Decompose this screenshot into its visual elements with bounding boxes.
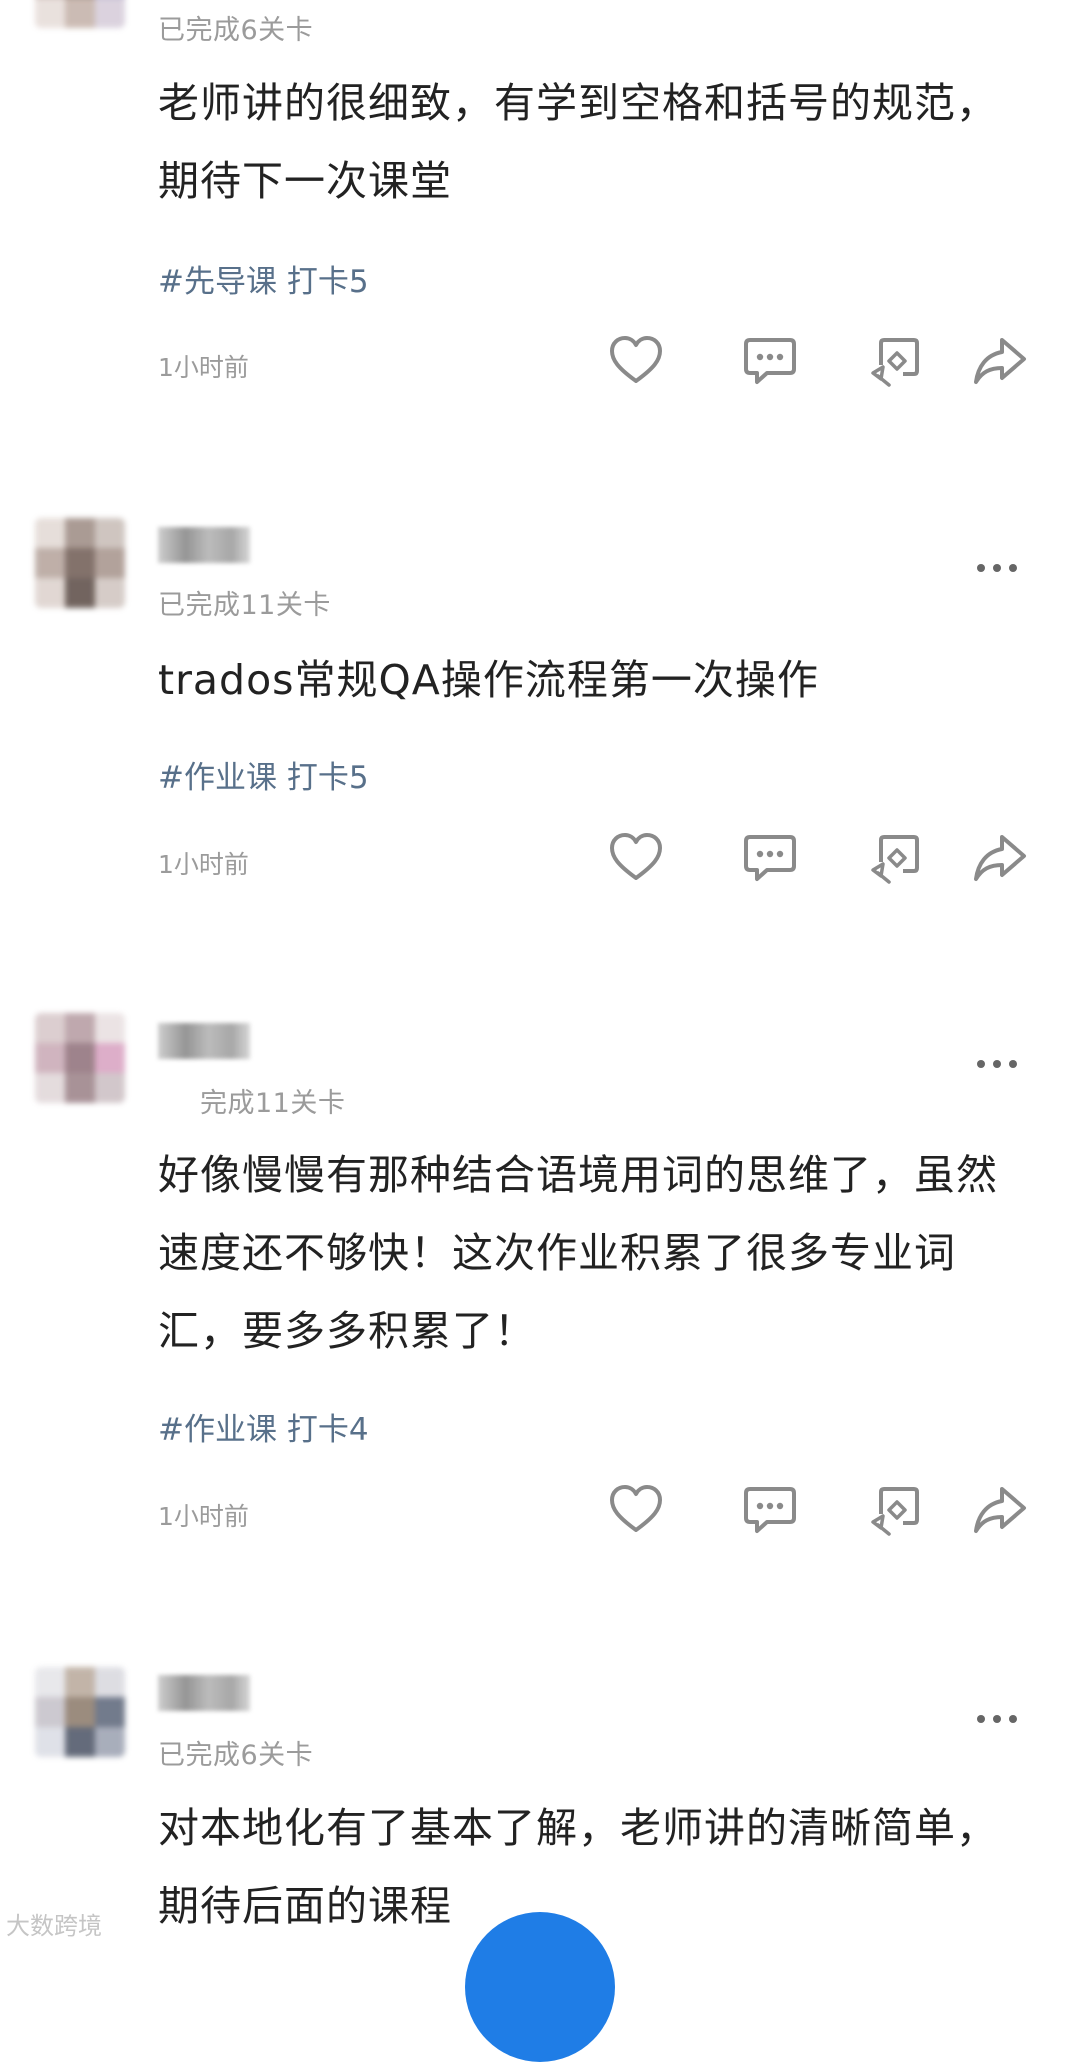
comment-button[interactable] [740, 828, 800, 888]
avatar[interactable] [35, 0, 125, 28]
repost-button[interactable] [867, 1480, 927, 1540]
username-blurred[interactable] [158, 527, 250, 563]
post-tag[interactable]: #先导课 打卡5 [158, 256, 369, 301]
repost-icon [871, 338, 919, 387]
floating-action-button[interactable] [465, 1912, 615, 2062]
share-button[interactable] [970, 1480, 1030, 1540]
post-time: 1小时前 [158, 850, 249, 879]
more-dots-icon [977, 1715, 985, 1723]
heart-icon [610, 833, 662, 880]
avatar[interactable] [35, 518, 125, 608]
level-progress: 已完成6关卡 [158, 15, 314, 46]
comment-bubble-icon [744, 835, 796, 881]
post-tag[interactable]: #作业课 打卡5 [158, 752, 369, 797]
share-arrow-icon [974, 338, 1026, 384]
repost-button[interactable] [867, 828, 927, 888]
post-content: 对本地化有了基本了解，老师讲的清晰简单，期待后面的课程 [158, 1804, 998, 1930]
comment-bubble-icon [744, 338, 796, 384]
more-button[interactable] [975, 561, 1025, 575]
repost-icon [871, 835, 919, 884]
post-time: 1小时前 [158, 1502, 249, 1531]
post-time: 1小时前 [158, 353, 249, 382]
like-button[interactable] [606, 828, 666, 888]
heart-icon [610, 1485, 662, 1532]
username-blurred[interactable] [158, 1675, 250, 1711]
comment-button[interactable] [740, 1480, 800, 1540]
comment-bubble-icon [744, 1487, 796, 1533]
post-content: trados常规QA操作流程第一次操作 [158, 656, 819, 704]
repost-button[interactable] [867, 331, 927, 391]
heart-icon [610, 336, 662, 383]
avatar[interactable] [35, 1667, 125, 1757]
post-tag[interactable]: #作业课 打卡4 [158, 1404, 369, 1449]
more-button[interactable] [975, 1057, 1025, 1071]
post-content: 好像慢慢有那种结合语境用词的思维了，虽然速度还不够快！这次作业积累了很多专业词汇… [158, 1151, 998, 1355]
share-button[interactable] [970, 331, 1030, 391]
level-progress: 完成11关卡 [200, 1088, 346, 1119]
repost-icon [871, 1487, 919, 1536]
share-arrow-icon [974, 835, 1026, 881]
comment-button[interactable] [740, 331, 800, 391]
more-dots-icon [977, 564, 985, 572]
avatar[interactable] [35, 1013, 125, 1103]
level-progress: 已完成11关卡 [158, 590, 331, 621]
share-button[interactable] [970, 828, 1030, 888]
more-button[interactable] [975, 1712, 1025, 1726]
watermark-text: 大数跨境 [6, 1912, 102, 1940]
like-button[interactable] [606, 1480, 666, 1540]
post-content: 老师讲的很细致，有学到空格和括号的规范，期待下一次课堂 [158, 79, 998, 205]
username-blurred[interactable] [158, 1023, 250, 1059]
more-dots-icon [977, 1060, 985, 1068]
like-button[interactable] [606, 331, 666, 391]
level-progress: 已完成6关卡 [158, 1740, 314, 1771]
share-arrow-icon [974, 1487, 1026, 1533]
